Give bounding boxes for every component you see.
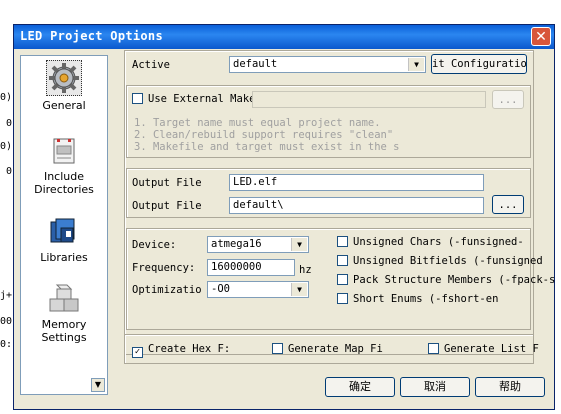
background-fragment: 0) [0, 141, 13, 152]
active-config-select[interactable]: default ▼ [229, 56, 426, 73]
optimization-label: Optimizatio [132, 284, 202, 296]
output-directory-label: Output File [132, 200, 202, 212]
checkbox-box[interactable] [132, 93, 143, 104]
checkbox-checked-icon[interactable]: ✓ [132, 347, 143, 358]
background-fragment: 0: [0, 339, 13, 350]
generate-map-checkbox[interactable]: Generate Map Fi [272, 343, 383, 355]
edit-configuration-button[interactable]: it Configuratio [431, 54, 527, 74]
output-file-label: Output File [132, 177, 202, 189]
active-config-value: default [233, 58, 278, 70]
help-button[interactable]: 帮助 [475, 377, 545, 397]
sidebar-item-label: Memory Settings [41, 318, 87, 344]
use-external-makefile-label: Use External Makef [148, 93, 262, 105]
chevron-down-icon[interactable]: ▼ [291, 238, 307, 251]
device-label: Device: [132, 239, 177, 251]
gear-icon [46, 60, 82, 96]
output-directory-browse-button[interactable]: ... [492, 195, 524, 214]
sidebar-item-include-directories[interactable]: Include Directories [21, 133, 107, 196]
generate-list-label: Generate List F [444, 343, 539, 355]
ok-button[interactable]: 确定 [325, 377, 395, 397]
generate-map-label: Generate Map Fi [288, 343, 383, 355]
makefile-path-input[interactable] [252, 91, 486, 108]
output-directory-input[interactable]: default\ [229, 197, 484, 214]
short-enums-checkbox[interactable]: Short Enums (-fshort-en [337, 293, 498, 305]
checkbox-box[interactable] [272, 343, 283, 354]
background-fragment: 0) [0, 92, 13, 103]
makefile-browse-button[interactable]: ... [492, 90, 524, 109]
sidebar-item-general[interactable]: General [21, 60, 107, 112]
checkbox-box[interactable] [428, 343, 439, 354]
makefile-hint-line: 2. Clean/rebuild support requires "clean… [134, 129, 394, 141]
close-icon: ✕ [535, 29, 547, 45]
project-options-dialog: LED Project Options ✕ General Include Di… [13, 24, 555, 410]
short-enums-label: Short Enums (-fshort-en [353, 293, 499, 305]
sidebar-item-label: Libraries [40, 251, 88, 264]
chevron-down-icon: ▼ [94, 380, 102, 389]
unsigned-chars-checkbox[interactable]: Unsigned Chars (-funsigned- [337, 236, 524, 248]
sidebar-item-label: Include Directories [34, 170, 94, 196]
active-config-label: Active [132, 59, 170, 71]
folder-icon [53, 138, 75, 164]
makefile-hint-line: 1. Target name must equal project name. [134, 117, 381, 129]
pack-structure-checkbox[interactable]: Pack Structure Members (-fpack-s [337, 274, 555, 286]
cancel-button[interactable]: 取消 [400, 377, 470, 397]
unsigned-bitfields-checkbox[interactable]: Unsigned Bitfields (-funsigned [337, 255, 543, 267]
makefile-hint-line: 3. Makefile and target must exist in the… [134, 141, 400, 153]
create-hex-checkbox[interactable]: ✓ Create Hex F: [132, 343, 230, 358]
frequency-input[interactable]: 16000000 [207, 259, 295, 276]
checkbox-box[interactable] [337, 293, 348, 304]
books-icon [50, 218, 75, 243]
pack-structure-label: Pack Structure Members (-fpack-s [353, 274, 556, 286]
generate-list-checkbox[interactable]: Generate List F [428, 343, 539, 355]
background-fragment: j+ [0, 290, 13, 301]
use-external-makefile-checkbox[interactable]: Use External Makef [132, 93, 262, 105]
title-bar[interactable]: LED Project Options ✕ [14, 25, 554, 49]
create-hex-label: Create Hex F: [148, 343, 231, 355]
frequency-unit: hz [299, 264, 312, 276]
device-value: atmega16 [211, 238, 262, 250]
chevron-down-icon[interactable]: ▼ [291, 283, 307, 296]
chevron-down-icon[interactable]: ▼ [408, 58, 424, 71]
optimization-select[interactable]: -O0 ▼ [207, 281, 309, 298]
sidebar-scroll-down[interactable]: ▼ [91, 378, 105, 392]
unsigned-chars-label: Unsigned Chars (-funsigned- [353, 236, 524, 248]
background-fragment: 00 [0, 316, 13, 327]
unsigned-bitfields-label: Unsigned Bitfields (-funsigned [353, 255, 543, 267]
sidebar-item-label: General [42, 99, 86, 112]
checkbox-box[interactable] [337, 255, 348, 266]
optimization-value: -O0 [211, 283, 230, 295]
options-sidebar: General Include Directories Libraries Me… [20, 55, 108, 395]
frequency-label: Frequency: [132, 262, 196, 274]
close-button[interactable]: ✕ [531, 27, 551, 46]
checkbox-box[interactable] [337, 274, 348, 285]
sidebar-item-memory-settings[interactable]: Memory Settings [21, 281, 107, 344]
output-file-input[interactable]: LED.elf [229, 174, 484, 191]
window-title: LED Project Options [20, 29, 163, 43]
checkbox-box[interactable] [337, 236, 348, 247]
device-select[interactable]: atmega16 ▼ [207, 236, 309, 253]
sidebar-item-libraries[interactable]: Libraries [21, 214, 107, 264]
cubes-icon [49, 284, 79, 312]
